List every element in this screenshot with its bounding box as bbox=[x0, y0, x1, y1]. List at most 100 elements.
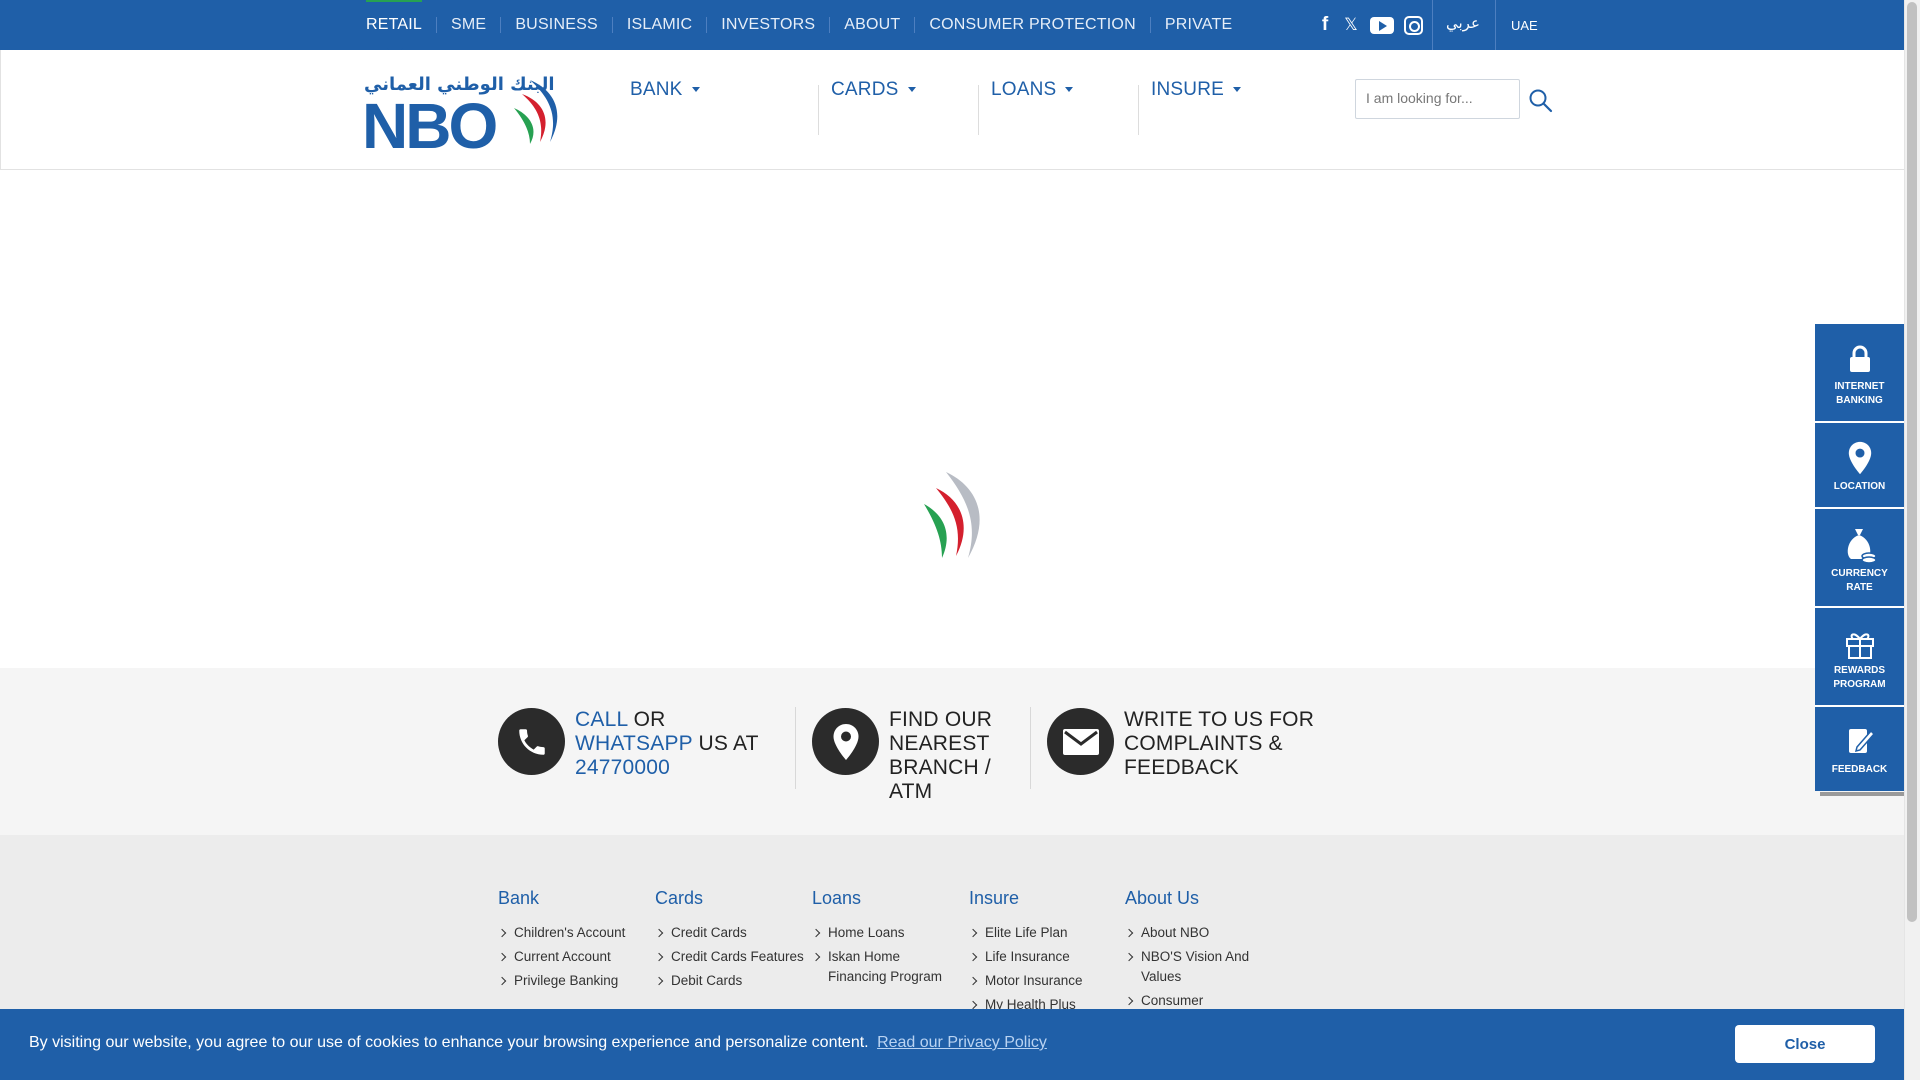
logo-text: NBO bbox=[362, 90, 498, 162]
caret-down-icon bbox=[1065, 87, 1074, 92]
privacy-policy-link[interactable]: Read our Privacy Policy bbox=[877, 1034, 1047, 1051]
x-twitter-icon[interactable]: 𝕏 bbox=[1342, 15, 1360, 35]
footer-link[interactable]: Credit Cards Features bbox=[655, 947, 805, 967]
footer-column-title[interactable]: About Us bbox=[1125, 888, 1275, 909]
envelope-icon bbox=[1047, 708, 1114, 775]
footer-link[interactable]: Elite Life Plan bbox=[969, 923, 1119, 943]
topnav-consumer-protection[interactable]: CONSUMER PROTECTION bbox=[914, 17, 1149, 33]
nav-insure-label: INSURE bbox=[1151, 79, 1224, 100]
cookie-message-text: By visiting our website, you agree to ou… bbox=[29, 1034, 869, 1051]
location-pin-icon bbox=[1848, 441, 1871, 475]
quick-internet-banking[interactable]: INTERNET BANKING bbox=[1815, 324, 1904, 423]
scrollbar-thumb[interactable] bbox=[1907, 2, 1917, 922]
search-input[interactable] bbox=[1366, 80, 1516, 116]
call-text-part: US AT bbox=[692, 732, 759, 755]
footer-column-title[interactable]: Cards bbox=[655, 888, 805, 909]
caret-down-icon bbox=[907, 87, 916, 92]
loading-spinner-icon bbox=[924, 472, 980, 558]
country-selector[interactable]: UAE bbox=[1511, 0, 1538, 50]
cookie-message: By visiting our website, you agree to ou… bbox=[29, 1034, 1047, 1052]
footer-column-loans: Loans Home Loans Iskan Home Financing Pr… bbox=[812, 888, 962, 991]
quick-label: CURRENCY RATE bbox=[1831, 568, 1888, 593]
footer-link[interactable]: Current Account bbox=[498, 947, 648, 967]
footer-link[interactable]: Life Insurance bbox=[969, 947, 1119, 967]
call-link[interactable]: CALL bbox=[575, 708, 628, 731]
instagram-icon[interactable] bbox=[1404, 15, 1423, 35]
youtube-icon[interactable] bbox=[1370, 16, 1394, 34]
topnav-retail[interactable]: RETAIL bbox=[354, 0, 436, 57]
cookie-close-button[interactable]: Close bbox=[1735, 1025, 1875, 1063]
topnav-about[interactable]: ABOUT bbox=[829, 17, 914, 33]
language-switch[interactable]: عربي bbox=[1446, 0, 1480, 46]
footer-link[interactable]: Privilege Banking bbox=[498, 971, 648, 991]
search-icon[interactable] bbox=[1528, 88, 1554, 114]
footer-column-title[interactable]: Loans bbox=[812, 888, 962, 909]
nav-bank-label: BANK bbox=[630, 79, 683, 100]
branch-text: FIND OUR NEAREST BRANCH / ATM bbox=[889, 708, 993, 803]
footer-column-cards: Cards Credit Cards Credit Cards Features… bbox=[655, 888, 805, 995]
quick-panel-shadow bbox=[1820, 792, 1904, 796]
phone-number-link[interactable]: 24770000 bbox=[575, 756, 670, 779]
call-text: CALL OR WHATSAPP US AT 24770000 bbox=[575, 708, 775, 780]
footer-column-insure: Insure Elite Life Plan Life Insurance Mo… bbox=[969, 888, 1119, 1019]
whatsapp-link[interactable]: WHATSAPP bbox=[575, 732, 693, 755]
nbo-logo[interactable]: البنك الوطني العماني NBO bbox=[362, 72, 568, 162]
feedback-icon bbox=[1848, 729, 1875, 753]
footer-column-title[interactable]: Insure bbox=[969, 888, 1119, 909]
topbar-divider bbox=[1495, 0, 1496, 50]
quick-label: REWARDS PROGRAM bbox=[1833, 665, 1886, 690]
footer-link[interactable]: Motor Insurance bbox=[969, 971, 1119, 991]
call-block[interactable]: CALL OR WHATSAPP US AT 24770000 bbox=[498, 708, 775, 780]
footer-link[interactable]: About NBO bbox=[1125, 923, 1275, 943]
footer-link[interactable]: Credit Cards bbox=[655, 923, 805, 943]
footer-column-title[interactable]: Bank bbox=[498, 888, 648, 909]
quick-label: INTERNET BANKING bbox=[1834, 381, 1885, 406]
nav-loans[interactable]: LOANS bbox=[979, 50, 1138, 140]
social-links: f 𝕏 bbox=[1318, 0, 1423, 50]
footer-column-about: About Us About NBO NBO'S Vision And Valu… bbox=[1125, 888, 1275, 1015]
money-bag-icon bbox=[1847, 529, 1877, 564]
facebook-icon[interactable]: f bbox=[1318, 14, 1332, 36]
footer-link[interactable]: Children's Account bbox=[498, 923, 648, 943]
topnav-sme[interactable]: SME bbox=[436, 17, 500, 33]
gift-icon bbox=[1845, 633, 1874, 659]
quick-rewards-program[interactable]: REWARDS PROGRAM bbox=[1815, 608, 1904, 707]
footer-link[interactable]: Home Loans bbox=[812, 923, 962, 943]
nav-bank[interactable]: BANK bbox=[618, 50, 818, 140]
caret-down-icon bbox=[691, 87, 700, 92]
footer-link[interactable]: NBO'S Vision And Values bbox=[1125, 947, 1275, 987]
search-box bbox=[1355, 79, 1520, 119]
topnav-business[interactable]: BUSINESS bbox=[500, 17, 612, 33]
contact-divider bbox=[795, 707, 796, 789]
quick-links-panel: INTERNET BANKING LOCATION CURRENCY RATE … bbox=[1815, 324, 1904, 791]
top-nav: RETAIL SME BUSINESS ISLAMIC INVESTORS AB… bbox=[354, 0, 1247, 57]
phone-icon bbox=[498, 708, 565, 775]
branch-block[interactable]: FIND OUR NEAREST BRANCH / ATM bbox=[812, 708, 1009, 804]
main-nav: BANK CARDS LOANS INSURE bbox=[618, 50, 1298, 140]
nav-loans-label: LOANS bbox=[991, 79, 1057, 100]
quick-label: FEEDBACK bbox=[1831, 764, 1888, 775]
contact-divider bbox=[1030, 707, 1031, 789]
quick-currency-rate[interactable]: CURRENCY RATE bbox=[1815, 509, 1904, 608]
topnav-investors[interactable]: INVESTORS bbox=[706, 17, 829, 33]
nav-insure[interactable]: INSURE bbox=[1139, 50, 1298, 140]
write-block[interactable]: WRITE TO US FOR COMPLAINTS & FEEDBACK bbox=[1047, 708, 1324, 780]
call-text-part: OR bbox=[627, 708, 666, 731]
footer-link[interactable]: Iskan Home Financing Program bbox=[812, 947, 962, 987]
quick-location[interactable]: LOCATION bbox=[1815, 423, 1904, 509]
location-pin-icon bbox=[812, 708, 879, 775]
quick-label: LOCATION bbox=[1833, 481, 1886, 492]
nav-cards-label: CARDS bbox=[831, 79, 899, 100]
lock-icon bbox=[1849, 345, 1870, 372]
write-text: WRITE TO US FOR COMPLAINTS & FEEDBACK bbox=[1124, 708, 1315, 779]
footer-column-bank: Bank Children's Account Current Account … bbox=[498, 888, 648, 995]
quick-feedback[interactable]: FEEDBACK bbox=[1815, 707, 1904, 791]
topnav-private[interactable]: PRIVATE bbox=[1149, 17, 1247, 33]
hero-area bbox=[0, 171, 1904, 668]
topnav-islamic[interactable]: ISLAMIC bbox=[611, 17, 706, 33]
footer-link[interactable]: Debit Cards bbox=[655, 971, 805, 991]
topbar-divider bbox=[1432, 0, 1433, 50]
cookie-banner: By visiting our website, you agree to ou… bbox=[0, 1009, 1904, 1080]
nav-cards[interactable]: CARDS bbox=[819, 50, 978, 140]
footer-link[interactable]: Consumer bbox=[1125, 991, 1275, 1011]
